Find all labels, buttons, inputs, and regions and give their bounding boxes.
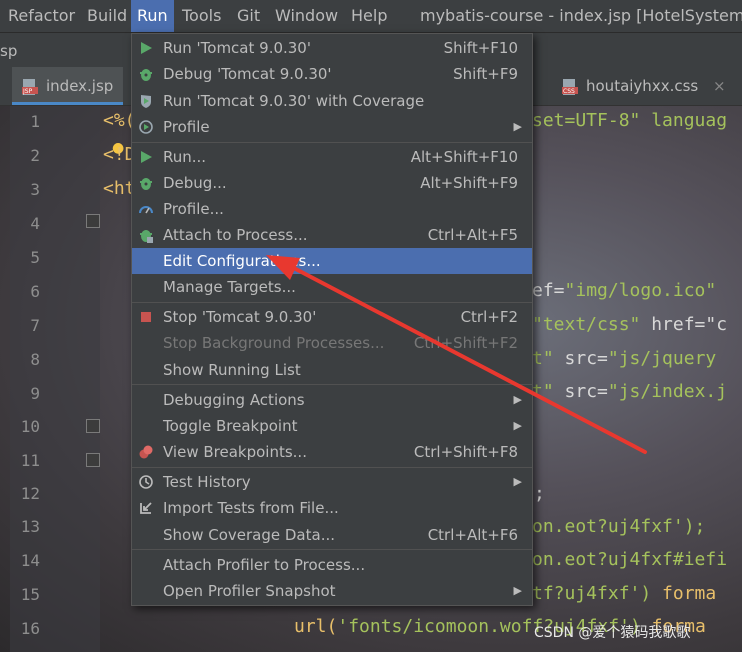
annotation-arrow	[266, 255, 647, 454]
watermark: CSDN @爱个猿码我歌歌	[534, 625, 691, 641]
